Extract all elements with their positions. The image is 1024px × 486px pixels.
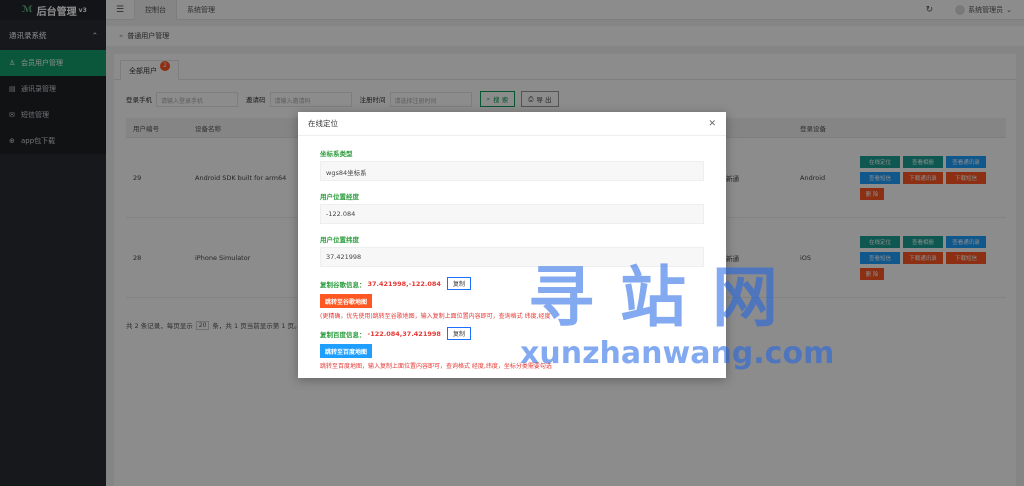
longitude-field: -122.084 <box>320 204 704 224</box>
coord-type-label: 坐标系类型 <box>320 150 353 158</box>
baidu-copy-value: -122.084,37.421998 <box>367 329 441 338</box>
coord-type-field: wgs84坐标系 <box>320 161 704 181</box>
baidu-copy-label: 复制百度信息： <box>320 330 366 339</box>
watermark-text: 寻站网 <box>528 259 804 336</box>
google-copy-label: 复制谷歌信息： <box>320 280 366 289</box>
google-map-button[interactable]: 跳转至谷歌地图 <box>320 294 373 308</box>
modal-title: 在线定位 <box>308 119 338 128</box>
close-icon[interactable]: ✕ <box>708 119 716 129</box>
watermark-url: xunzhanwang.com <box>520 336 835 371</box>
google-copy-button[interactable]: 复制 <box>446 277 471 290</box>
modal-header: 在线定位 ✕ <box>298 112 726 136</box>
google-copy-value: 37.421998,-122.084 <box>367 279 441 288</box>
latitude-label: 用户位置纬度 <box>320 236 359 244</box>
longitude-label: 用户位置经度 <box>320 193 359 201</box>
baidu-map-button[interactable]: 跳转至百度地图 <box>320 344 373 358</box>
baidu-copy-button[interactable]: 复制 <box>446 327 471 340</box>
